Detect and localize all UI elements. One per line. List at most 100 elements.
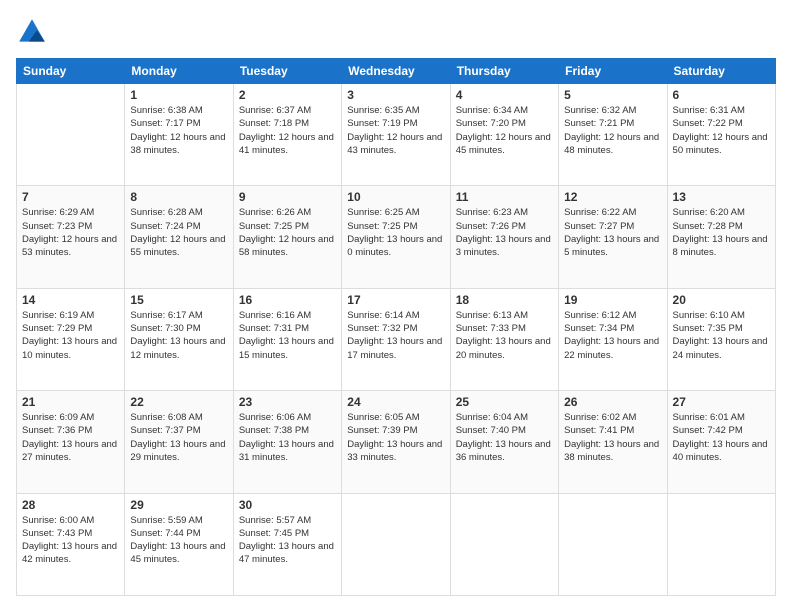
- day-number: 17: [347, 293, 444, 307]
- day-number: 16: [239, 293, 336, 307]
- day-info: Sunrise: 6:28 AMSunset: 7:24 PMDaylight:…: [130, 206, 227, 259]
- calendar-cell: 18 Sunrise: 6:13 AMSunset: 7:33 PMDaylig…: [450, 288, 558, 390]
- day-number: 4: [456, 88, 553, 102]
- day-number: 12: [564, 190, 661, 204]
- calendar-cell: 16 Sunrise: 6:16 AMSunset: 7:31 PMDaylig…: [233, 288, 341, 390]
- day-number: 6: [673, 88, 770, 102]
- calendar-cell: 5 Sunrise: 6:32 AMSunset: 7:21 PMDayligh…: [559, 84, 667, 186]
- calendar-cell: 22 Sunrise: 6:08 AMSunset: 7:37 PMDaylig…: [125, 391, 233, 493]
- day-info: Sunrise: 6:31 AMSunset: 7:22 PMDaylight:…: [673, 104, 770, 157]
- day-info: Sunrise: 6:29 AMSunset: 7:23 PMDaylight:…: [22, 206, 119, 259]
- day-info: Sunrise: 6:08 AMSunset: 7:37 PMDaylight:…: [130, 411, 227, 464]
- day-info: Sunrise: 6:05 AMSunset: 7:39 PMDaylight:…: [347, 411, 444, 464]
- day-number: 11: [456, 190, 553, 204]
- calendar-cell: 6 Sunrise: 6:31 AMSunset: 7:22 PMDayligh…: [667, 84, 775, 186]
- calendar-cell: [667, 493, 775, 595]
- day-of-week-header: Wednesday: [342, 59, 450, 84]
- day-number: 1: [130, 88, 227, 102]
- day-info: Sunrise: 5:59 AMSunset: 7:44 PMDaylight:…: [130, 514, 227, 567]
- day-number: 2: [239, 88, 336, 102]
- day-number: 21: [22, 395, 119, 409]
- calendar-cell: 24 Sunrise: 6:05 AMSunset: 7:39 PMDaylig…: [342, 391, 450, 493]
- calendar-cell: [559, 493, 667, 595]
- calendar-week-row: 28 Sunrise: 6:00 AMSunset: 7:43 PMDaylig…: [17, 493, 776, 595]
- day-info: Sunrise: 6:38 AMSunset: 7:17 PMDaylight:…: [130, 104, 227, 157]
- calendar-cell: 17 Sunrise: 6:14 AMSunset: 7:32 PMDaylig…: [342, 288, 450, 390]
- calendar-cell: 13 Sunrise: 6:20 AMSunset: 7:28 PMDaylig…: [667, 186, 775, 288]
- logo-icon: [16, 16, 48, 48]
- calendar-cell: 12 Sunrise: 6:22 AMSunset: 7:27 PMDaylig…: [559, 186, 667, 288]
- calendar-header-row: SundayMondayTuesdayWednesdayThursdayFrid…: [17, 59, 776, 84]
- calendar-cell: 10 Sunrise: 6:25 AMSunset: 7:25 PMDaylig…: [342, 186, 450, 288]
- calendar-week-row: 7 Sunrise: 6:29 AMSunset: 7:23 PMDayligh…: [17, 186, 776, 288]
- day-info: Sunrise: 6:37 AMSunset: 7:18 PMDaylight:…: [239, 104, 336, 157]
- day-number: 29: [130, 498, 227, 512]
- day-number: 8: [130, 190, 227, 204]
- day-number: 3: [347, 88, 444, 102]
- calendar-cell: [17, 84, 125, 186]
- calendar-cell: 7 Sunrise: 6:29 AMSunset: 7:23 PMDayligh…: [17, 186, 125, 288]
- day-number: 5: [564, 88, 661, 102]
- day-of-week-header: Saturday: [667, 59, 775, 84]
- calendar-cell: 20 Sunrise: 6:10 AMSunset: 7:35 PMDaylig…: [667, 288, 775, 390]
- calendar-cell: 28 Sunrise: 6:00 AMSunset: 7:43 PMDaylig…: [17, 493, 125, 595]
- day-info: Sunrise: 6:06 AMSunset: 7:38 PMDaylight:…: [239, 411, 336, 464]
- day-of-week-header: Tuesday: [233, 59, 341, 84]
- calendar-week-row: 21 Sunrise: 6:09 AMSunset: 7:36 PMDaylig…: [17, 391, 776, 493]
- day-number: 19: [564, 293, 661, 307]
- calendar-cell: 2 Sunrise: 6:37 AMSunset: 7:18 PMDayligh…: [233, 84, 341, 186]
- page: SundayMondayTuesdayWednesdayThursdayFrid…: [0, 0, 792, 612]
- calendar-cell: 27 Sunrise: 6:01 AMSunset: 7:42 PMDaylig…: [667, 391, 775, 493]
- calendar-table: SundayMondayTuesdayWednesdayThursdayFrid…: [16, 58, 776, 596]
- day-number: 13: [673, 190, 770, 204]
- calendar-cell: [450, 493, 558, 595]
- calendar-week-row: 14 Sunrise: 6:19 AMSunset: 7:29 PMDaylig…: [17, 288, 776, 390]
- day-info: Sunrise: 6:20 AMSunset: 7:28 PMDaylight:…: [673, 206, 770, 259]
- day-number: 10: [347, 190, 444, 204]
- calendar-cell: 3 Sunrise: 6:35 AMSunset: 7:19 PMDayligh…: [342, 84, 450, 186]
- day-of-week-header: Sunday: [17, 59, 125, 84]
- header: [16, 16, 776, 48]
- day-info: Sunrise: 6:22 AMSunset: 7:27 PMDaylight:…: [564, 206, 661, 259]
- calendar-cell: 8 Sunrise: 6:28 AMSunset: 7:24 PMDayligh…: [125, 186, 233, 288]
- calendar-cell: 11 Sunrise: 6:23 AMSunset: 7:26 PMDaylig…: [450, 186, 558, 288]
- day-number: 26: [564, 395, 661, 409]
- day-info: Sunrise: 6:23 AMSunset: 7:26 PMDaylight:…: [456, 206, 553, 259]
- day-info: Sunrise: 6:10 AMSunset: 7:35 PMDaylight:…: [673, 309, 770, 362]
- day-number: 30: [239, 498, 336, 512]
- logo: [16, 16, 52, 48]
- day-number: 27: [673, 395, 770, 409]
- calendar-cell: [342, 493, 450, 595]
- day-info: Sunrise: 6:32 AMSunset: 7:21 PMDaylight:…: [564, 104, 661, 157]
- day-number: 25: [456, 395, 553, 409]
- calendar-cell: 29 Sunrise: 5:59 AMSunset: 7:44 PMDaylig…: [125, 493, 233, 595]
- day-number: 23: [239, 395, 336, 409]
- day-number: 9: [239, 190, 336, 204]
- day-number: 24: [347, 395, 444, 409]
- day-info: Sunrise: 6:19 AMSunset: 7:29 PMDaylight:…: [22, 309, 119, 362]
- day-info: Sunrise: 6:09 AMSunset: 7:36 PMDaylight:…: [22, 411, 119, 464]
- calendar-cell: 21 Sunrise: 6:09 AMSunset: 7:36 PMDaylig…: [17, 391, 125, 493]
- day-number: 18: [456, 293, 553, 307]
- day-number: 22: [130, 395, 227, 409]
- day-number: 14: [22, 293, 119, 307]
- day-info: Sunrise: 6:17 AMSunset: 7:30 PMDaylight:…: [130, 309, 227, 362]
- day-number: 15: [130, 293, 227, 307]
- day-number: 28: [22, 498, 119, 512]
- day-info: Sunrise: 6:02 AMSunset: 7:41 PMDaylight:…: [564, 411, 661, 464]
- day-info: Sunrise: 6:12 AMSunset: 7:34 PMDaylight:…: [564, 309, 661, 362]
- day-of-week-header: Thursday: [450, 59, 558, 84]
- calendar-cell: 19 Sunrise: 6:12 AMSunset: 7:34 PMDaylig…: [559, 288, 667, 390]
- calendar-cell: 4 Sunrise: 6:34 AMSunset: 7:20 PMDayligh…: [450, 84, 558, 186]
- calendar-cell: 14 Sunrise: 6:19 AMSunset: 7:29 PMDaylig…: [17, 288, 125, 390]
- day-info: Sunrise: 6:13 AMSunset: 7:33 PMDaylight:…: [456, 309, 553, 362]
- day-info: Sunrise: 6:04 AMSunset: 7:40 PMDaylight:…: [456, 411, 553, 464]
- calendar-cell: 30 Sunrise: 5:57 AMSunset: 7:45 PMDaylig…: [233, 493, 341, 595]
- calendar-cell: 15 Sunrise: 6:17 AMSunset: 7:30 PMDaylig…: [125, 288, 233, 390]
- calendar-cell: 26 Sunrise: 6:02 AMSunset: 7:41 PMDaylig…: [559, 391, 667, 493]
- day-info: Sunrise: 5:57 AMSunset: 7:45 PMDaylight:…: [239, 514, 336, 567]
- day-info: Sunrise: 6:00 AMSunset: 7:43 PMDaylight:…: [22, 514, 119, 567]
- calendar-week-row: 1 Sunrise: 6:38 AMSunset: 7:17 PMDayligh…: [17, 84, 776, 186]
- calendar-cell: 1 Sunrise: 6:38 AMSunset: 7:17 PMDayligh…: [125, 84, 233, 186]
- day-info: Sunrise: 6:35 AMSunset: 7:19 PMDaylight:…: [347, 104, 444, 157]
